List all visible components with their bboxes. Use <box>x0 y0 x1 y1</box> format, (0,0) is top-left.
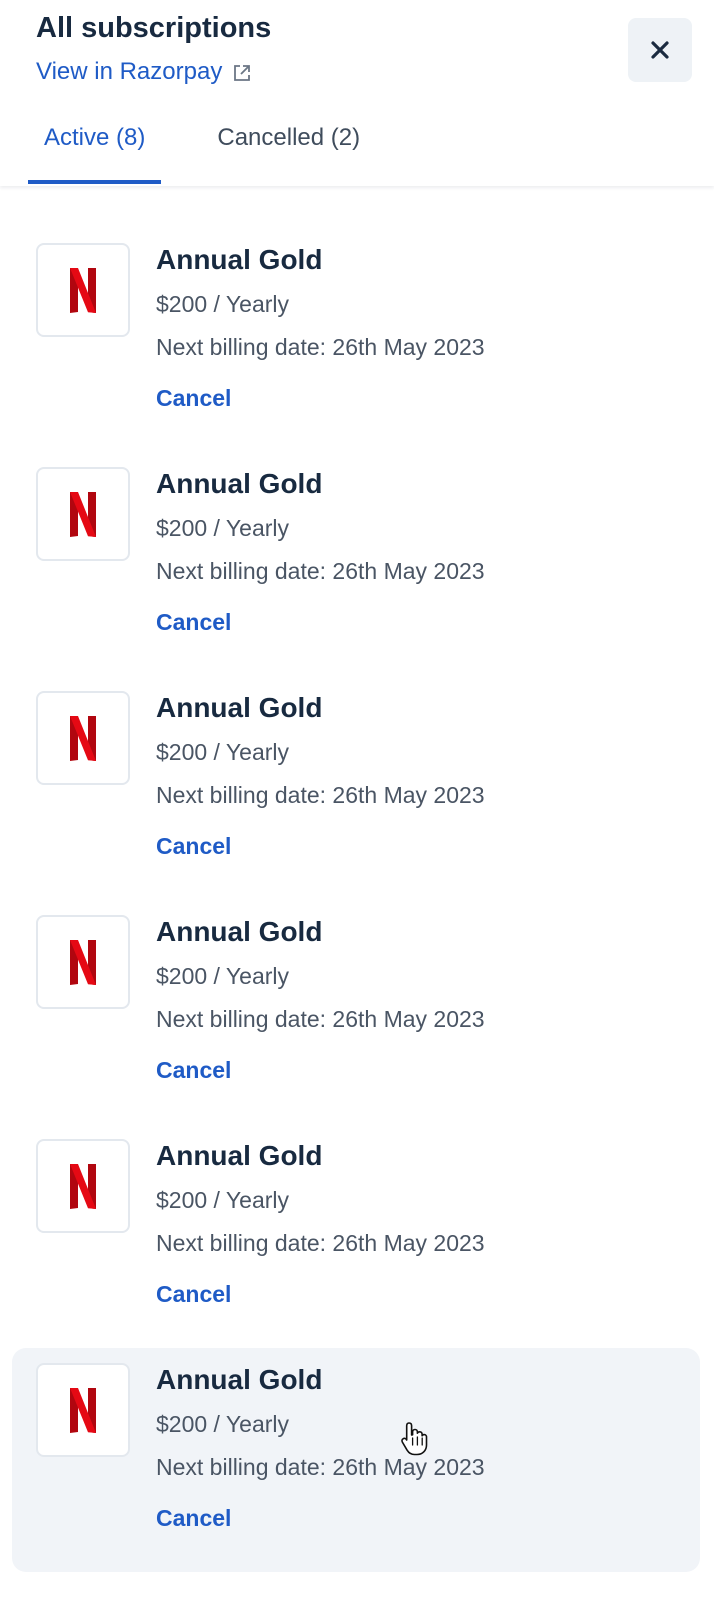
netflix-logo <box>36 1139 130 1233</box>
plan-price: $200 / Yearly <box>156 1187 290 1213</box>
close-icon <box>651 41 669 59</box>
subscription-card: Annual Gold $200 / Yearly Next billing d… <box>12 1348 700 1572</box>
netflix-logo <box>36 243 130 337</box>
next-billing-date: Next billing date: 26th May 2023 <box>156 1454 485 1480</box>
plan-name: Annual Gold <box>156 1364 323 1395</box>
tab-cancelled[interactable]: Cancelled (2) <box>201 126 376 184</box>
netflix-logo <box>36 915 130 1009</box>
subscription-card: Annual Gold $200 / Yearly Next billing d… <box>12 228 700 452</box>
subscription-list: Annual Gold $200 / Yearly Next billing d… <box>12 228 700 1572</box>
subscription-card: Annual Gold $200 / Yearly Next billing d… <box>12 452 700 676</box>
next-billing-date: Next billing date: 26th May 2023 <box>156 558 485 584</box>
plan-price: $200 / Yearly <box>156 963 290 989</box>
plan-name: Annual Gold <box>156 244 323 275</box>
external-link-icon <box>234 65 251 81</box>
netflix-logo-icon <box>70 492 96 537</box>
close-button[interactable] <box>628 18 692 82</box>
netflix-logo-icon <box>70 1388 96 1433</box>
plan-price: $200 / Yearly <box>156 739 290 765</box>
subscription-card: Annual Gold $200 / Yearly Next billing d… <box>12 900 700 1124</box>
netflix-logo-icon <box>70 716 96 761</box>
view-link-label: View in Razorpay <box>36 58 223 85</box>
netflix-logo-icon <box>70 940 96 985</box>
next-billing-date: Next billing date: 26th May 2023 <box>156 1006 485 1032</box>
plan-price: $200 / Yearly <box>156 515 290 541</box>
panel-header: All subscriptions View in Razorpay Activ… <box>0 0 714 186</box>
cancel-button[interactable]: Cancel <box>156 1505 231 1532</box>
plan-name: Annual Gold <box>156 692 323 723</box>
cancel-button[interactable]: Cancel <box>156 609 231 636</box>
cancel-button[interactable]: Cancel <box>156 1057 231 1084</box>
netflix-logo-icon <box>70 1164 96 1209</box>
page-title: All subscriptions <box>36 12 272 44</box>
next-billing-date: Next billing date: 26th May 2023 <box>156 334 485 360</box>
plan-name: Annual Gold <box>156 1140 323 1171</box>
netflix-logo <box>36 467 130 561</box>
plan-price: $200 / Yearly <box>156 291 290 317</box>
netflix-logo <box>36 691 130 785</box>
subscription-tabs: Active (8) Cancelled (2) <box>28 126 416 186</box>
next-billing-date: Next billing date: 26th May 2023 <box>156 782 485 808</box>
subscription-card: Annual Gold $200 / Yearly Next billing d… <box>12 1124 700 1348</box>
next-billing-date: Next billing date: 26th May 2023 <box>156 1230 485 1256</box>
hand-cursor-icon <box>401 1422 428 1456</box>
plan-price: $200 / Yearly <box>156 1411 290 1437</box>
subscription-card: Annual Gold $200 / Yearly Next billing d… <box>12 676 700 900</box>
plan-name: Annual Gold <box>156 916 323 947</box>
plan-name: Annual Gold <box>156 468 323 499</box>
netflix-logo <box>36 1363 130 1457</box>
tab-active[interactable]: Active (8) <box>28 126 162 184</box>
cancel-button[interactable]: Cancel <box>156 1281 231 1308</box>
cancel-button[interactable]: Cancel <box>156 385 231 412</box>
netflix-logo-icon <box>70 268 96 313</box>
cancel-button[interactable]: Cancel <box>156 833 231 860</box>
view-in-razorpay-link[interactable]: View in Razorpay <box>36 58 252 86</box>
